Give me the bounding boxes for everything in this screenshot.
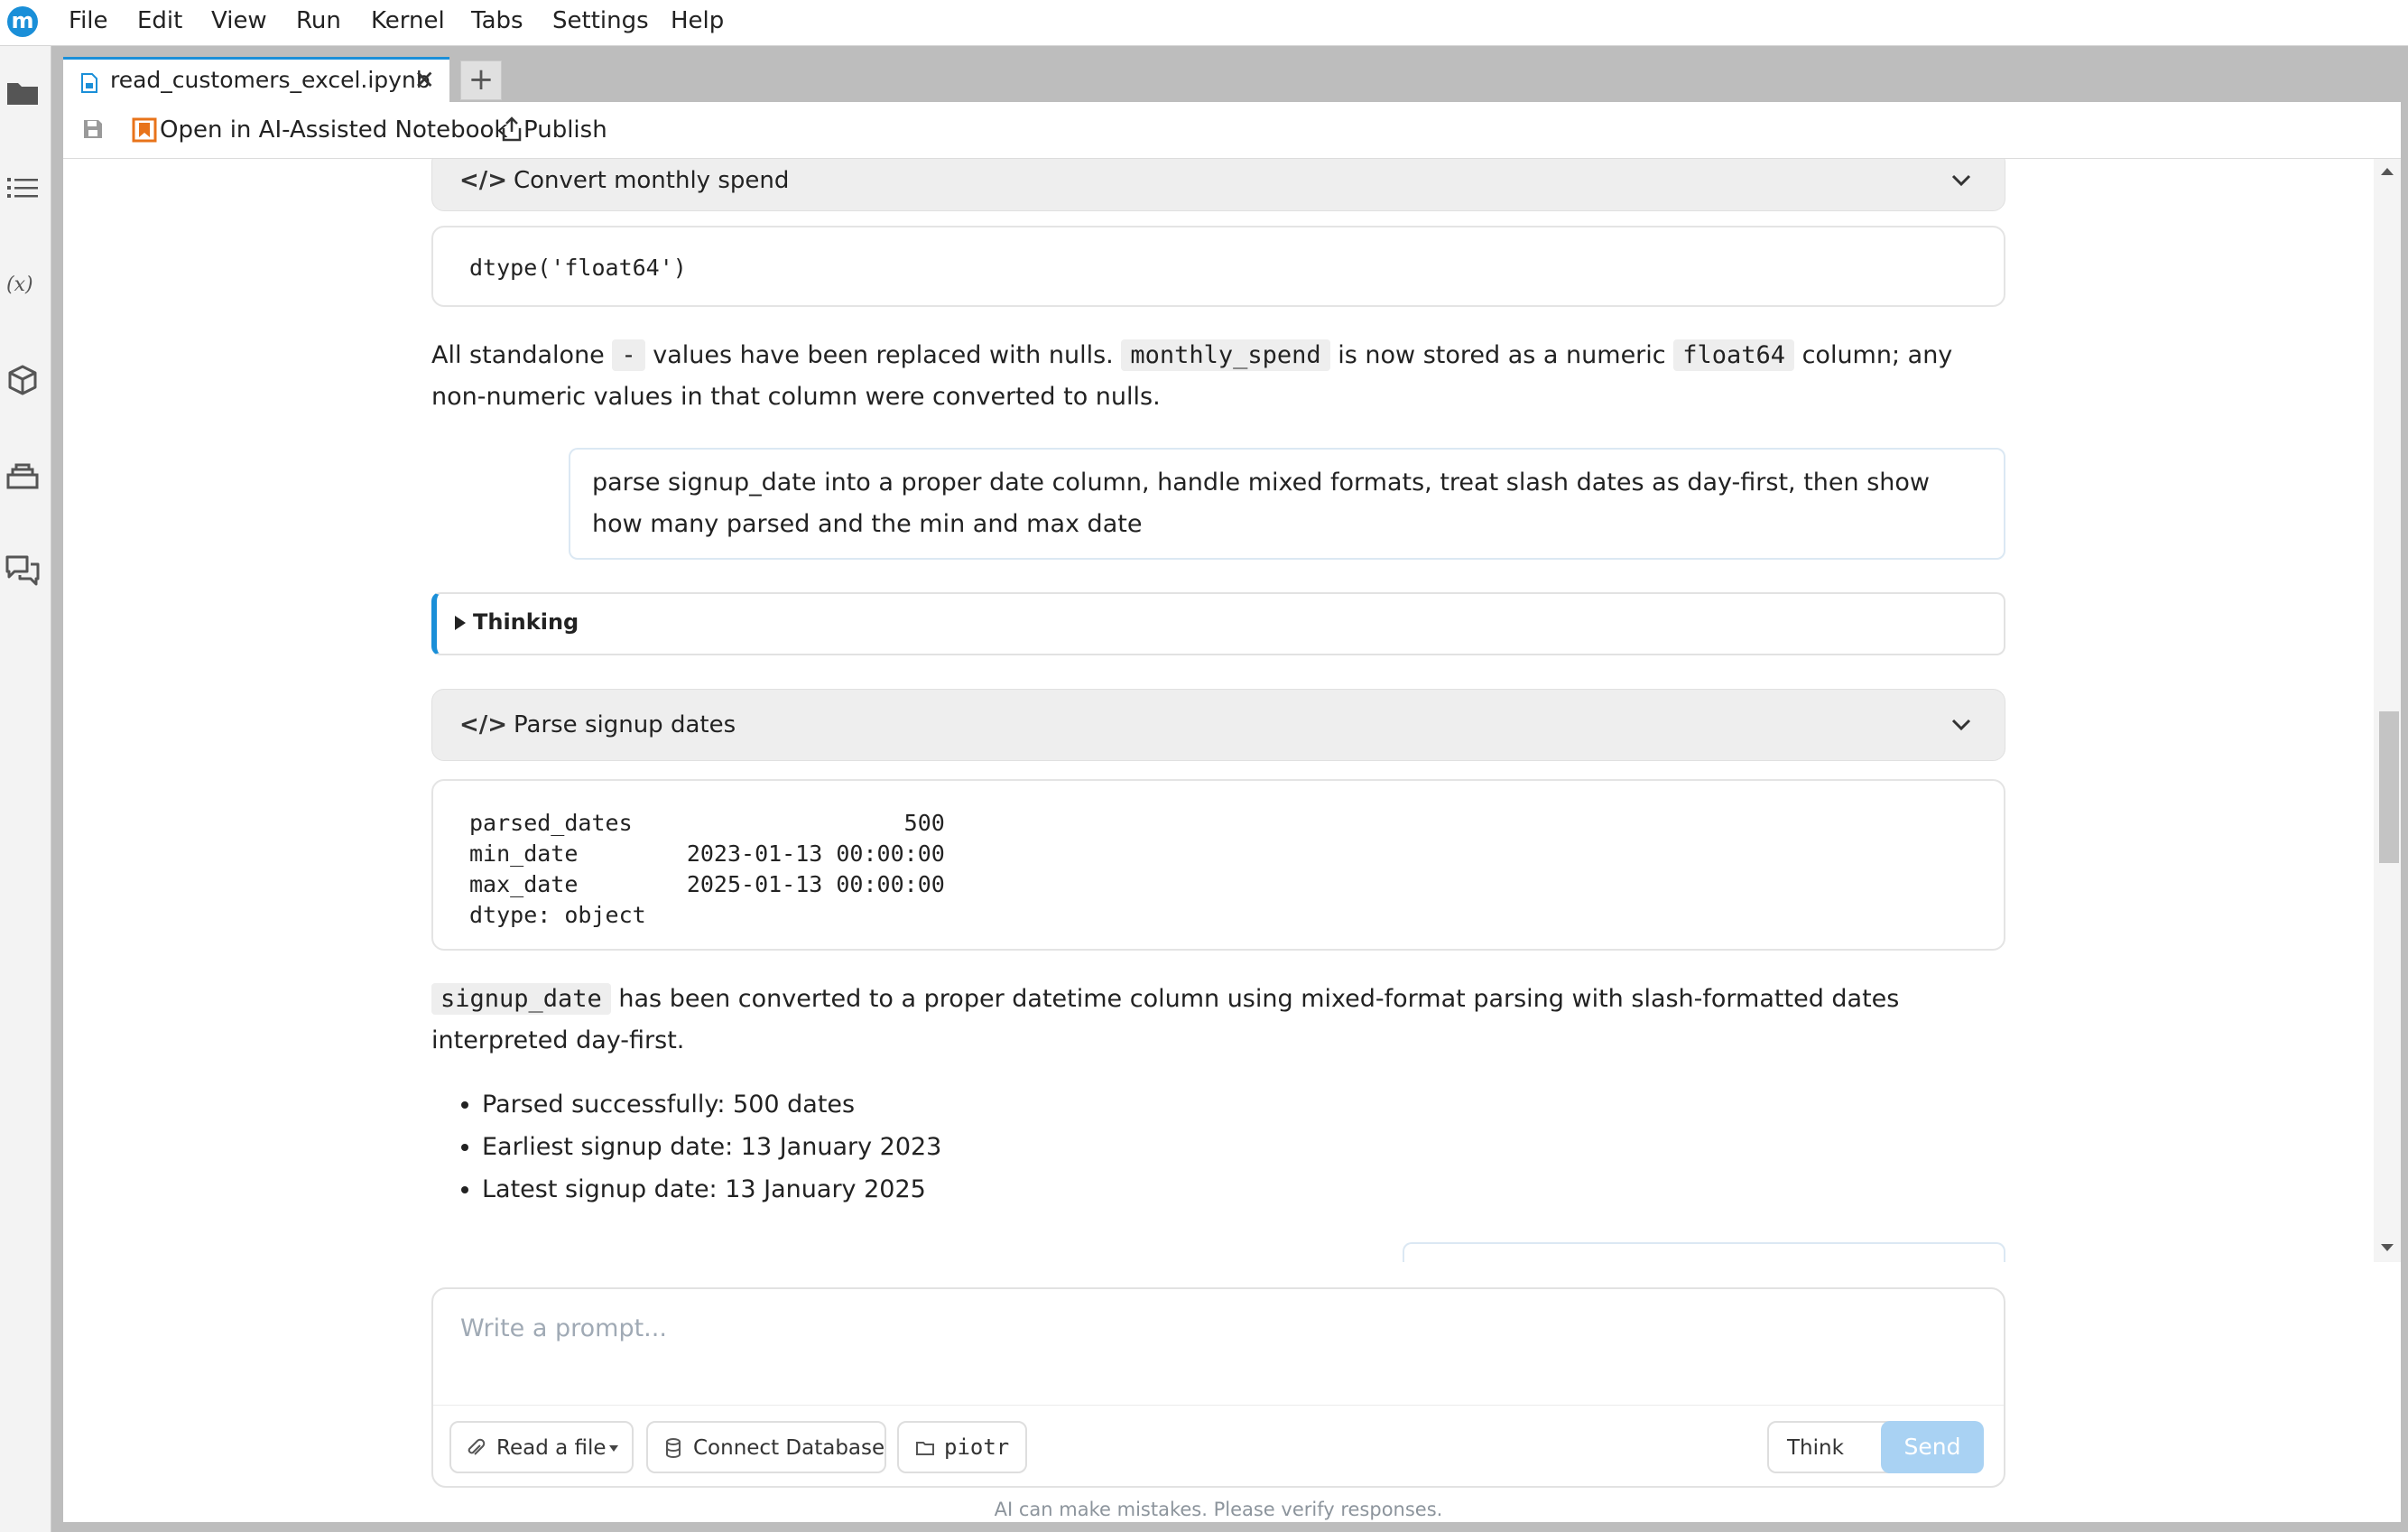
menu-help[interactable]: Help [671, 7, 724, 34]
thinking-label: Thinking [473, 609, 579, 635]
code-cell-title: Convert monthly spend [514, 167, 790, 194]
menu-view[interactable]: View [211, 7, 267, 34]
chevron-down-icon[interactable] [1949, 172, 1974, 190]
database-icon[interactable] [4, 457, 42, 495]
assistant-response: signup_date has been converted to a prop… [431, 979, 2002, 1062]
notebook-file-icon [81, 73, 97, 93]
menu-bar: m File Edit View Run Kernel Tabs Setting… [0, 0, 2408, 46]
tab-strip: read_customers_excel.ipynb ✕ + [63, 46, 2401, 102]
inline-code: float64 [1673, 339, 1794, 371]
notebook-tab[interactable]: read_customers_excel.ipynb ✕ [63, 57, 449, 102]
svg-text:(x): (x) [6, 274, 33, 296]
mode-label: Think [1787, 1436, 1844, 1460]
prompt-input[interactable] [458, 1307, 1978, 1349]
response-text: values have been replaced with nulls. [644, 341, 1122, 369]
paperclip-icon [468, 1438, 486, 1455]
menu-run[interactable]: Run [296, 7, 341, 34]
response-text: has been converted to a proper datetime … [431, 985, 1900, 1054]
vertical-scrollbar[interactable] [2374, 159, 2401, 1262]
package-icon[interactable] [4, 362, 42, 400]
code-cell-header[interactable]: </> Parse signup dates [431, 689, 2005, 761]
output-text: dtype('float64') [469, 255, 687, 281]
code-icon: </> [459, 167, 508, 194]
read-file-label: Read a file [496, 1436, 607, 1460]
menu-tabs[interactable]: Tabs [471, 7, 523, 34]
response-text: All standalone [431, 341, 613, 369]
connect-database-button[interactable]: Connect Database [646, 1421, 886, 1473]
folder-icon[interactable] [4, 74, 42, 112]
menu-edit[interactable]: Edit [137, 7, 182, 34]
menu-kernel[interactable]: Kernel [371, 7, 445, 34]
notebook-scroll-area: </> Convert monthly spend dtype('float64… [63, 159, 2374, 1262]
user-message: parse signup_date into a proper date col… [569, 448, 2005, 560]
left-sidebar: (x) [0, 46, 51, 1532]
chat-icon[interactable] [4, 552, 42, 590]
list-item: Earliest signup date: 13 January 2023 [482, 1126, 941, 1168]
publish-button[interactable]: Publish [523, 116, 607, 144]
chevron-down-icon[interactable] [1949, 716, 1974, 734]
ai-notebook-icon [132, 117, 157, 143]
table-of-contents-icon[interactable] [4, 169, 42, 207]
output-text: parsed_dates 500 min_date 2023-01-13 00:… [469, 810, 945, 928]
menu-settings[interactable]: Settings [552, 7, 649, 34]
folder-icon [916, 1442, 934, 1455]
caret-down-icon [609, 1445, 618, 1452]
save-icon[interactable] [81, 117, 105, 141]
folder-button[interactable]: piotr [897, 1421, 1027, 1473]
prompt-divider [433, 1405, 2004, 1406]
scrollbar-thumb[interactable] [2379, 711, 2399, 863]
send-button[interactable]: Send [1881, 1421, 1984, 1473]
scroll-down-icon[interactable] [2379, 1242, 2395, 1253]
share-icon [502, 116, 522, 142]
notebook-toolbar: Open in AI-Assisted Notebook Publish [63, 102, 2401, 159]
database-icon [666, 1438, 681, 1458]
prompt-box: Read a file Connect Database piotr Think… [431, 1287, 2005, 1488]
result-list: Parsed successfully: 500 dates Earliest … [431, 1083, 941, 1211]
inline-code: monthly_spend [1121, 339, 1330, 371]
cell-output: dtype('float64') [431, 226, 2005, 307]
code-cell-header[interactable]: </> Convert monthly spend [431, 159, 2005, 211]
scroll-up-icon[interactable] [2379, 166, 2395, 177]
thinking-toggle[interactable]: Thinking [431, 592, 2005, 655]
connect-database-label: Connect Database [693, 1436, 885, 1460]
variables-icon[interactable]: (x) [4, 265, 42, 302]
folder-label: piotr [944, 1435, 1010, 1460]
open-ai-notebook-button[interactable]: Open in AI-Assisted Notebook [160, 116, 507, 144]
next-user-message [1403, 1242, 2005, 1262]
notebook-main: </> Convert monthly spend dtype('float64… [63, 159, 2401, 1522]
list-item: Parsed successfully: 500 dates [482, 1083, 941, 1126]
triangle-right-icon [455, 616, 466, 630]
code-cell-title: Parse signup dates [514, 711, 736, 738]
tab-title: read_customers_excel.ipynb [110, 67, 431, 93]
read-file-button[interactable]: Read a file [449, 1421, 634, 1473]
disclaimer: AI can make mistakes. Please verify resp… [994, 1499, 1443, 1520]
list-item: Latest signup date: 13 January 2025 [482, 1168, 941, 1211]
response-text: is now stored as a numeric [1329, 341, 1674, 369]
close-icon[interactable]: ✕ [414, 65, 435, 95]
inline-code: - [612, 339, 645, 371]
inline-code: signup_date [431, 983, 611, 1015]
assistant-response: All standalone - values have been replac… [431, 335, 2002, 418]
code-icon: </> [459, 711, 508, 738]
new-tab-button[interactable]: + [460, 60, 502, 100]
menu-file[interactable]: File [69, 7, 108, 34]
app-logo[interactable]: m [7, 6, 38, 37]
cell-output: parsed_dates 500 min_date 2023-01-13 00:… [431, 779, 2005, 951]
